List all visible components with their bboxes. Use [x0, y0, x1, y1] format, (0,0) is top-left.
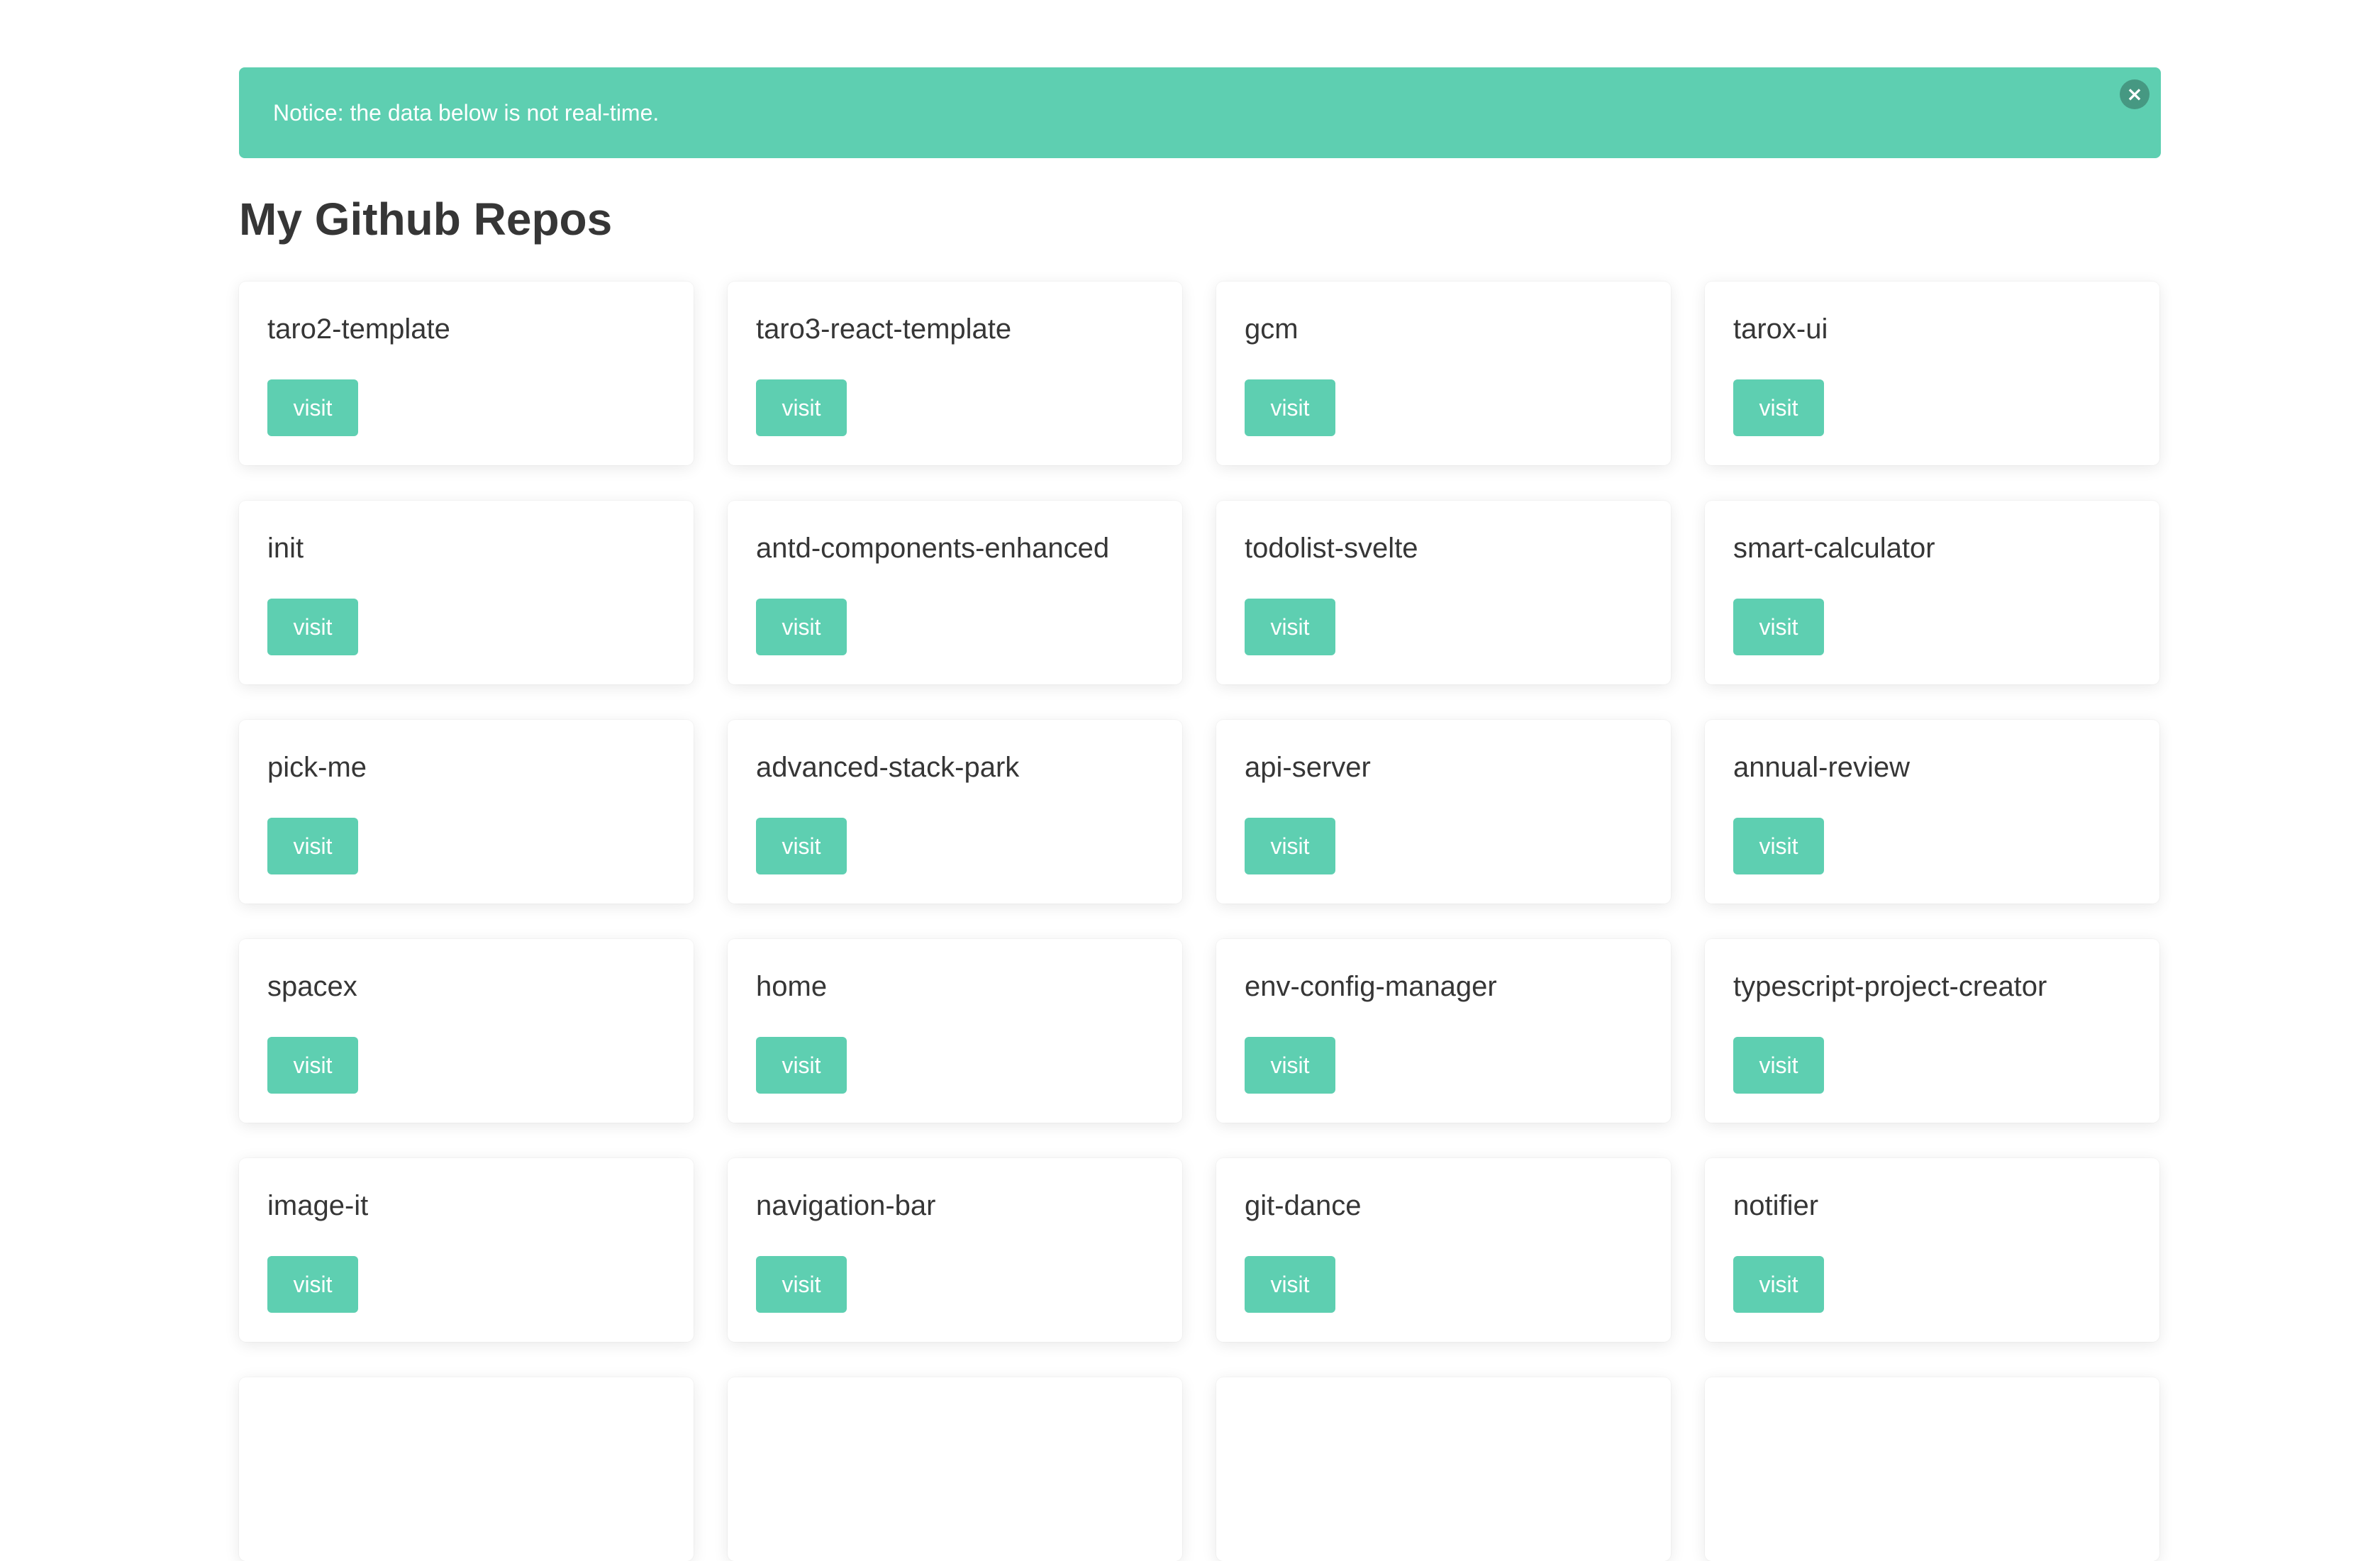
visit-button[interactable]: visit: [756, 379, 847, 436]
visit-button[interactable]: visit: [756, 818, 847, 874]
repo-card: navigation-bar visit: [728, 1158, 1182, 1342]
page-container: Notice: the data below is not real-time.…: [239, 67, 2161, 1561]
repo-card: typescript-project-creator visit: [1705, 939, 2159, 1123]
visit-button[interactable]: visit: [1245, 1037, 1335, 1094]
repo-name: tarox-ui: [1733, 313, 1828, 345]
repo-name: taro3-react-template: [756, 313, 1012, 345]
repo-card: todolist-svelte visit: [1216, 501, 1671, 684]
visit-button[interactable]: visit: [756, 1256, 847, 1313]
repo-name: smart-calculator: [1733, 533, 1935, 564]
repo-card: smart-calculator visit: [1705, 501, 2159, 684]
repo-card: [1216, 1377, 1671, 1561]
repo-name: antd-components-enhanced: [756, 533, 1110, 564]
repo-card: pick-me visit: [239, 720, 694, 904]
repo-name: env-config-manager: [1245, 971, 1497, 1002]
visit-button[interactable]: visit: [1245, 379, 1335, 436]
repo-card: git-dance visit: [1216, 1158, 1671, 1342]
repo-name: spacex: [267, 971, 357, 1002]
repo-card: gcm visit: [1216, 282, 1671, 465]
visit-button[interactable]: visit: [756, 1037, 847, 1094]
repo-name: gcm: [1245, 313, 1299, 345]
visit-button[interactable]: visit: [1733, 818, 1824, 874]
close-icon[interactable]: ×: [2120, 79, 2150, 109]
repo-grid: taro2-template visit taro3-react-template v…: [239, 282, 2161, 1561]
repo-name: annual-review: [1733, 752, 1911, 783]
visit-button[interactable]: visit: [1245, 599, 1335, 655]
repo-card: [239, 1377, 694, 1561]
repo-name: todolist-svelte: [1245, 533, 1418, 564]
repo-name: image-it: [267, 1190, 369, 1221]
page-title: My Github Repos: [239, 194, 613, 245]
repo-card: [728, 1377, 1182, 1561]
repo-card: advanced-stack-park visit: [728, 720, 1182, 904]
visit-button[interactable]: visit: [267, 1256, 358, 1313]
repo-name: git-dance: [1245, 1190, 1362, 1221]
repo-card: notifier visit: [1705, 1158, 2159, 1342]
repo-card: api-server visit: [1216, 720, 1671, 904]
repo-name: pick-me: [267, 752, 367, 783]
repo-name: notifier: [1733, 1190, 1819, 1221]
repo-card: spacex visit: [239, 939, 694, 1123]
repo-card: taro2-template visit: [239, 282, 694, 465]
repo-card: annual-review visit: [1705, 720, 2159, 904]
notice-banner: Notice: the data below is not real-time.…: [239, 67, 2161, 158]
visit-button[interactable]: visit: [267, 379, 358, 436]
repo-name: advanced-stack-park: [756, 752, 1020, 783]
repo-card: [1705, 1377, 2159, 1561]
repo-card: antd-components-enhanced visit: [728, 501, 1182, 684]
repo-card: tarox-ui visit: [1705, 282, 2159, 465]
repo-name: home: [756, 971, 828, 1002]
visit-button[interactable]: visit: [756, 599, 847, 655]
visit-button[interactable]: visit: [1733, 1256, 1824, 1313]
repo-card: taro3-react-template visit: [728, 282, 1182, 465]
repo-name: init: [267, 533, 304, 564]
visit-button[interactable]: visit: [267, 1037, 358, 1094]
visit-button[interactable]: visit: [267, 599, 358, 655]
repo-card: image-it visit: [239, 1158, 694, 1342]
visit-button[interactable]: visit: [1733, 1037, 1824, 1094]
repo-card: home visit: [728, 939, 1182, 1123]
repo-name: navigation-bar: [756, 1190, 936, 1221]
repo-name: taro2-template: [267, 313, 450, 345]
notice-text: Notice: the data below is not real-time.: [273, 99, 660, 126]
repo-name: api-server: [1245, 752, 1371, 783]
repo-card: env-config-manager visit: [1216, 939, 1671, 1123]
visit-button[interactable]: visit: [1245, 1256, 1335, 1313]
visit-button[interactable]: visit: [1733, 599, 1824, 655]
visit-button[interactable]: visit: [267, 818, 358, 874]
visit-button[interactable]: visit: [1733, 379, 1824, 436]
repo-name: typescript-project-creator: [1733, 971, 2047, 1002]
visit-button[interactable]: visit: [1245, 818, 1335, 874]
repo-card: init visit: [239, 501, 694, 684]
